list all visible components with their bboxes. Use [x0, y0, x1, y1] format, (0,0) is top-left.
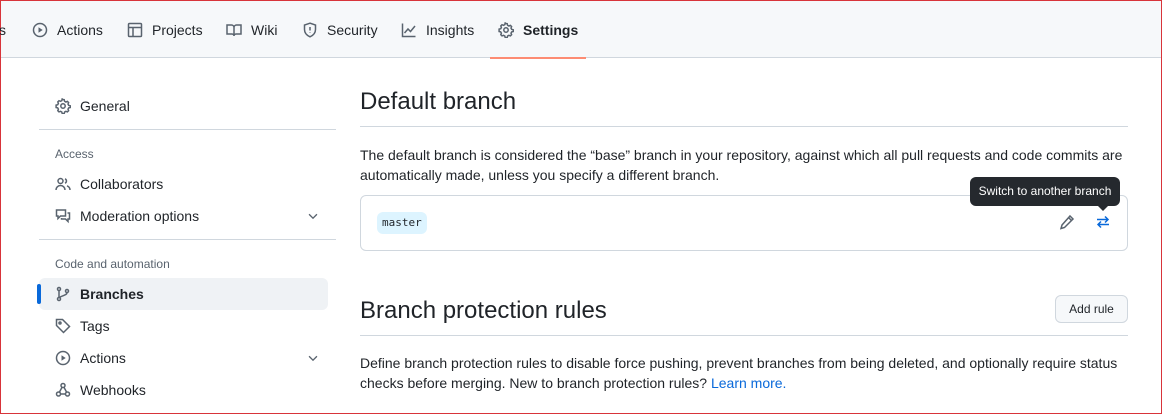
sidebar-item-label: Collaborators: [80, 176, 164, 192]
description-line: The default branch is considered the “ba…: [360, 147, 1123, 163]
chevron-down-icon: [308, 355, 318, 362]
sidebar-divider: [39, 129, 336, 130]
gear-icon: [55, 98, 71, 114]
tab-label: Wiki: [251, 21, 278, 38]
branch-protection-description: Define branch protection rules to disabl…: [360, 353, 1128, 393]
people-icon: [55, 177, 71, 191]
tab-actions[interactable]: Actions: [32, 1, 103, 58]
branch-protection-title: Branch protection rules: [360, 297, 607, 324]
learn-more-link[interactable]: Learn more.: [711, 375, 786, 391]
gear-icon: [498, 21, 514, 38]
sidebar-item-collaborators[interactable]: Collaborators: [39, 168, 328, 200]
tab-label: Security: [327, 21, 378, 38]
sidebar-item-branches[interactable]: Branches: [37, 278, 328, 310]
repo-nav: s Actions Projects Wiki Security Insight…: [0, 1, 1161, 59]
table-icon: [127, 22, 143, 37]
switch-branch-button[interactable]: [1095, 214, 1113, 232]
branch-name: master: [377, 212, 427, 234]
sidebar-item-label: Branches: [80, 286, 144, 302]
pencil-icon: [1059, 214, 1075, 230]
tab-settings[interactable]: Settings: [489, 1, 587, 59]
chevron-down-icon: [308, 213, 318, 220]
tag-icon: [55, 318, 71, 334]
switch-branch-tooltip: Switch to another branch: [970, 177, 1120, 211]
webhook-icon: [55, 382, 71, 397]
tab-projects[interactable]: Projects: [127, 1, 203, 58]
sidebar-item-label: Webhooks: [80, 382, 146, 398]
section-divider: [360, 126, 1128, 127]
git-branch-icon: [56, 286, 70, 302]
description-line: checks before merging. New to branch pro…: [360, 373, 1128, 393]
shield-icon: [303, 21, 317, 38]
tab-label: Projects: [152, 21, 203, 38]
tab-label: Settings: [523, 21, 579, 38]
sidebar-item-label: Actions: [80, 350, 126, 366]
description-line: Define branch protection rules to disabl…: [360, 355, 1118, 371]
play-circle-icon: [32, 22, 48, 37]
default-branch-title: Default branch: [360, 88, 517, 115]
sidebar-item-moderation[interactable]: Moderation options: [39, 200, 328, 232]
sidebar-item-label: Moderation options: [80, 208, 200, 224]
sidebar-divider: [39, 239, 336, 240]
rename-branch-button[interactable]: [1059, 214, 1077, 232]
tab-security[interactable]: Security: [302, 1, 378, 58]
tab-wiki[interactable]: Wiki: [226, 1, 277, 58]
arrow-switch-icon: [1096, 215, 1110, 229]
sidebar-item-tags[interactable]: Tags: [39, 310, 328, 342]
sidebar-heading-access: Access: [55, 147, 94, 161]
comment-discussion-icon: [55, 209, 71, 224]
add-rule-button[interactable]: Add rule: [1055, 295, 1128, 323]
graph-icon: [401, 23, 416, 37]
book-icon: [226, 23, 242, 36]
sidebar-item-label: Tags: [80, 318, 110, 334]
sidebar-item-general[interactable]: General: [39, 90, 328, 122]
sidebar-item-webhooks[interactable]: Webhooks: [39, 374, 328, 406]
sidebar-item-actions[interactable]: Actions: [39, 342, 328, 374]
section-divider: [360, 335, 1128, 336]
sidebar-item-label: General: [80, 98, 130, 114]
play-circle-icon: [55, 350, 71, 366]
tab-partial-label: s: [0, 21, 6, 38]
tab-label: Actions: [57, 21, 103, 38]
tab-insights[interactable]: Insights: [401, 1, 474, 58]
tab-partial[interactable]: s: [0, 1, 6, 58]
tab-label: Insights: [426, 21, 475, 38]
sidebar-heading-code: Code and automation: [55, 257, 170, 271]
description-text: checks before merging. New to branch pro…: [360, 375, 708, 391]
